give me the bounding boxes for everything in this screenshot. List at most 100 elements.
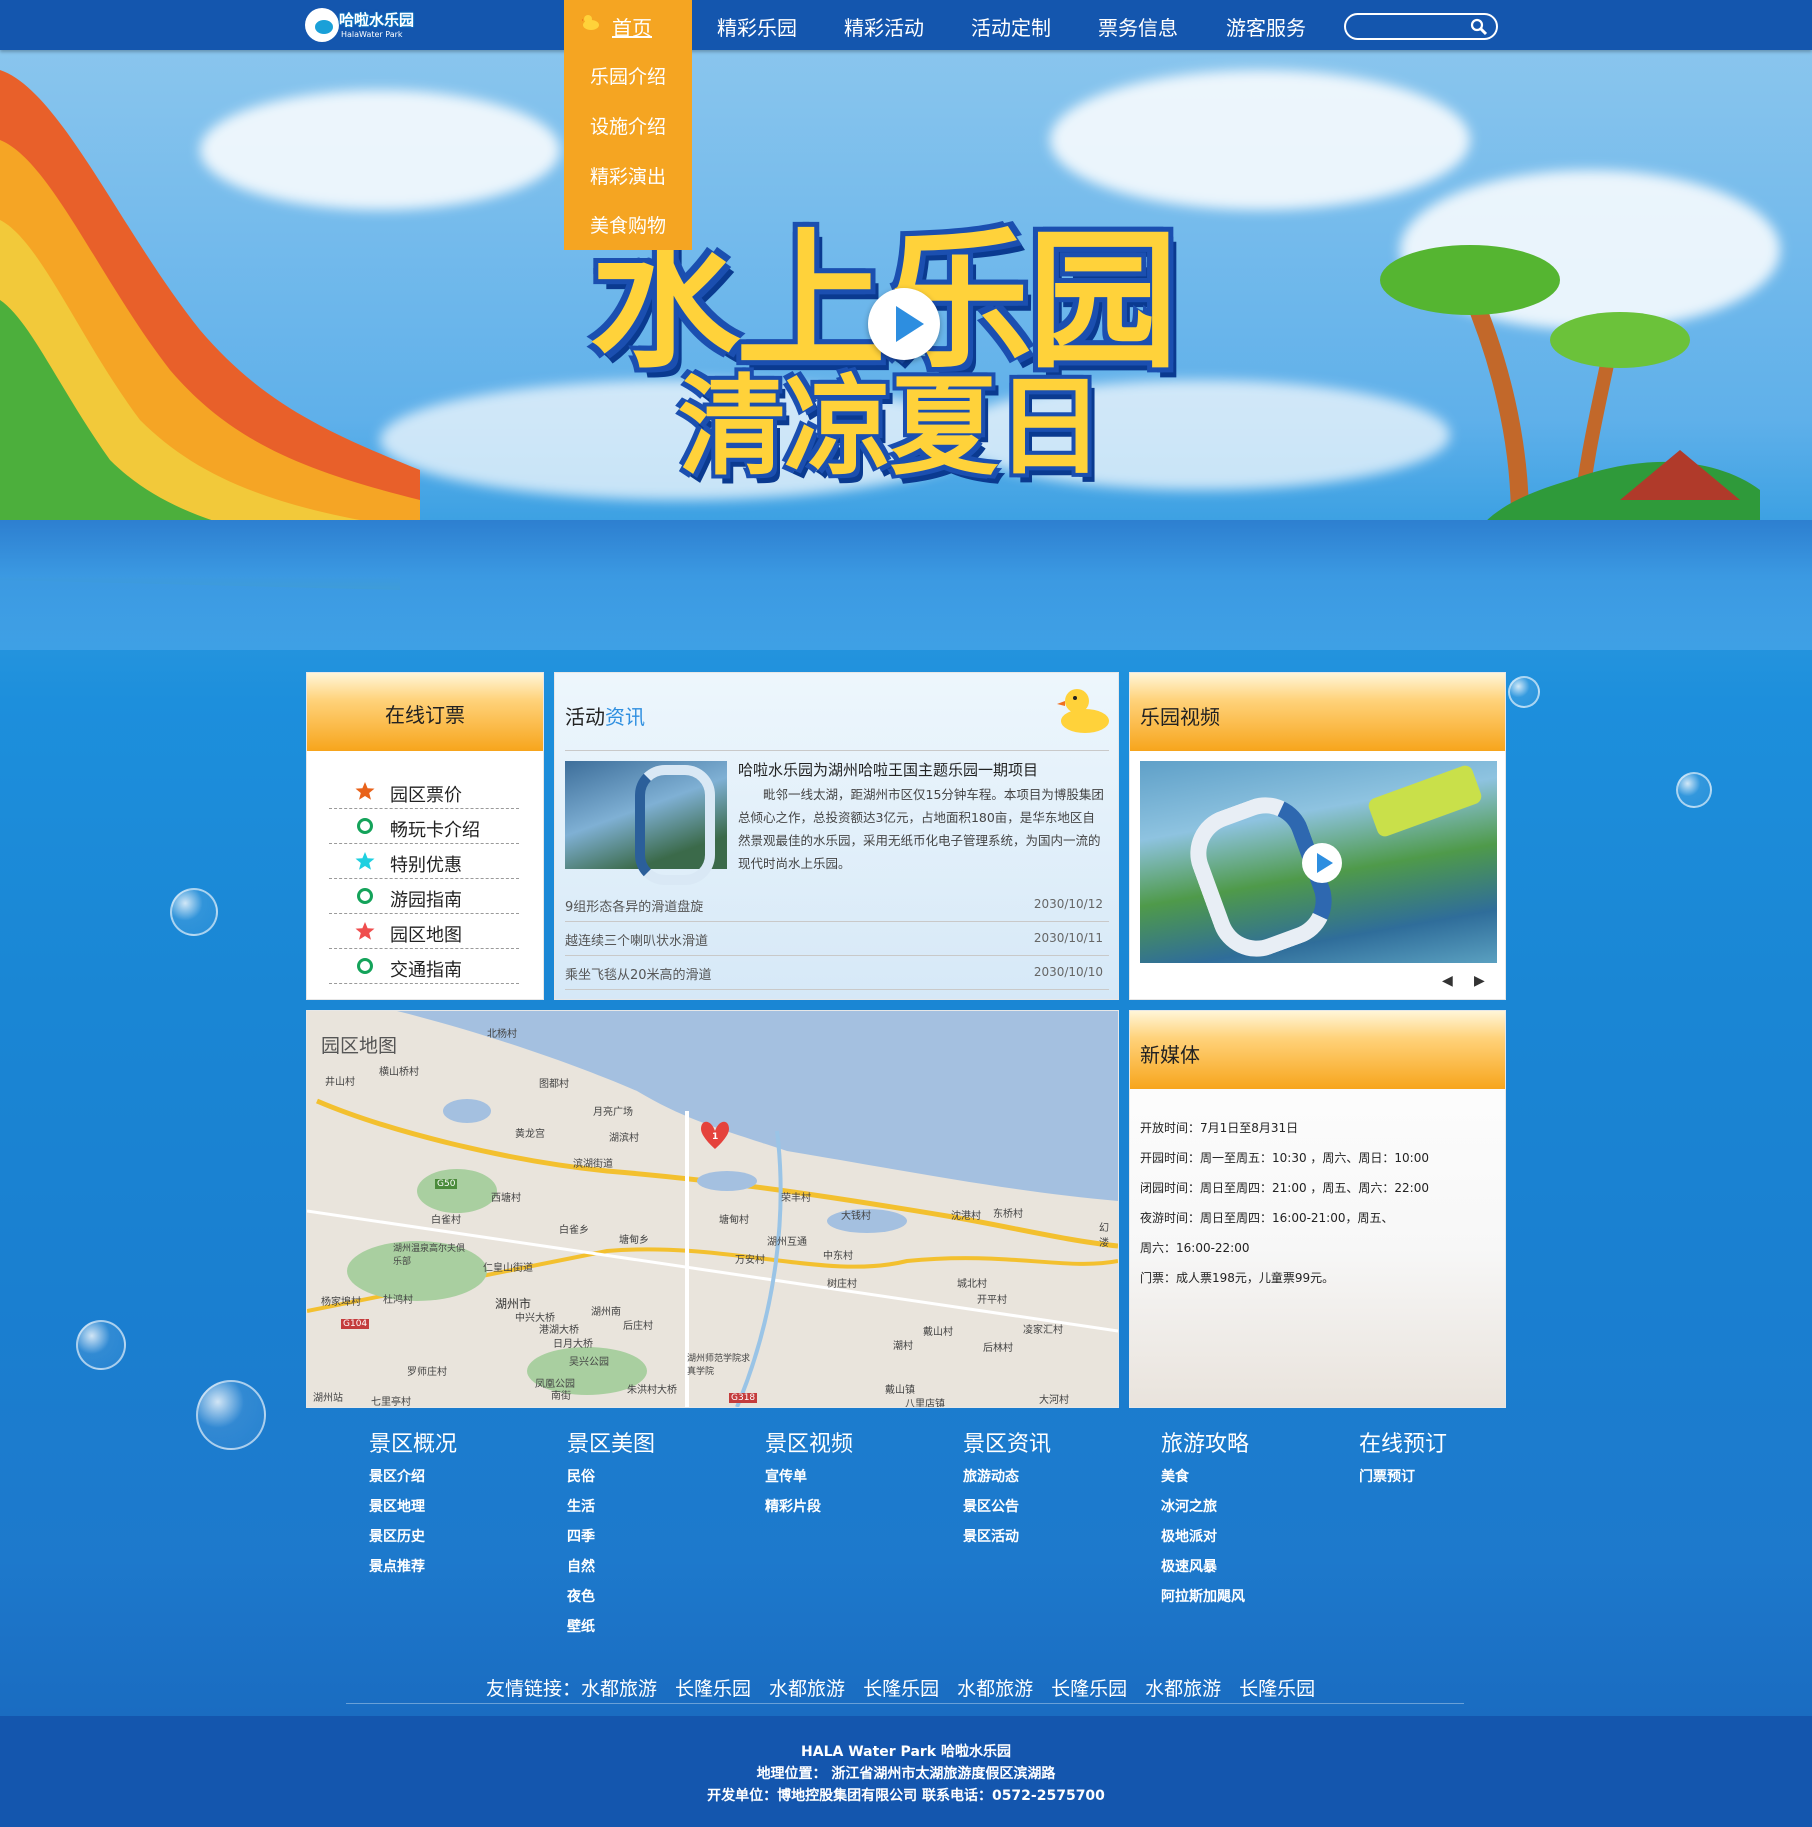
footer-col-title[interactable]: 景区美图 bbox=[567, 1426, 655, 1458]
map-label: 东桥村 bbox=[993, 1209, 1023, 1220]
friend-link[interactable]: 水都旅游 bbox=[957, 1678, 1033, 1700]
footer-col-title[interactable]: 在线预订 bbox=[1359, 1426, 1447, 1458]
map-label: 月亮广场 bbox=[593, 1107, 633, 1118]
booking-item-map[interactable]: 园区地图 bbox=[329, 914, 519, 949]
news-thumbnail[interactable] bbox=[565, 761, 727, 885]
map-label: 大钱村 bbox=[841, 1211, 871, 1222]
news-row[interactable]: 9组形态各异的滑道盘旋 2030/10/12 bbox=[565, 887, 1109, 922]
map-label: 北杨村 bbox=[487, 1029, 517, 1040]
map-label: 朱洪村大桥 bbox=[627, 1385, 677, 1396]
park-map-panel[interactable]: 园区地图 北杨村 横山桥村 井山村 图都村 月亮广场 黄龙宫 湖滨村 滨湖街道 … bbox=[306, 1010, 1119, 1408]
friend-link[interactable]: 长隆乐园 bbox=[1051, 1678, 1127, 1700]
map-label: 罗师庄村 bbox=[407, 1367, 447, 1378]
map-label: 凌家汇村 bbox=[1023, 1325, 1063, 1336]
friend-links-divider bbox=[346, 1703, 1464, 1704]
friend-link[interactable]: 水都旅游 bbox=[581, 1678, 657, 1700]
friend-link[interactable]: 水都旅游 bbox=[1145, 1678, 1221, 1700]
footer-col-title[interactable]: 旅游攻略 bbox=[1161, 1426, 1249, 1458]
nav-custom[interactable]: 活动定制 bbox=[971, 12, 1051, 41]
footer-link[interactable]: 景区公告 bbox=[963, 1496, 1019, 1516]
footer-link[interactable]: 壁纸 bbox=[567, 1616, 595, 1636]
video-next-button[interactable]: ▶ bbox=[1474, 973, 1485, 989]
map-label: 杨家埠村 bbox=[321, 1297, 361, 1308]
footer-link[interactable]: 美食 bbox=[1161, 1466, 1189, 1486]
nav-tickets[interactable]: 票务信息 bbox=[1098, 12, 1178, 41]
map-label: 图都村 bbox=[539, 1079, 569, 1090]
nav-events[interactable]: 精彩活动 bbox=[844, 12, 924, 41]
nav-home[interactable]: 首页 bbox=[564, 0, 692, 50]
booking-item-traffic[interactable]: 交通指南 bbox=[329, 949, 519, 984]
bubble-decoration bbox=[170, 888, 218, 936]
news-row[interactable]: 乘坐飞毯从20米高的滑道 2030/10/10 bbox=[565, 955, 1109, 990]
water-surface bbox=[0, 520, 1812, 650]
footer-link[interactable]: 民俗 bbox=[567, 1466, 595, 1486]
map-marker-number[interactable]: 1 bbox=[712, 1132, 718, 1142]
news-row[interactable]: 越连续三个喇叭状水滑道 2030/10/11 bbox=[565, 921, 1109, 956]
nav-service[interactable]: 游客服务 bbox=[1226, 12, 1306, 41]
info-ticket-price: 门票：成人票198元，儿童票99元。 bbox=[1140, 1271, 1335, 1285]
video-play-icon[interactable] bbox=[1302, 843, 1342, 883]
dropdown-park-intro[interactable]: 乐园介绍 bbox=[590, 62, 666, 89]
page-footer: HALA Water Park 哈啦水乐园 地理位置： 浙江省湖州市太湖旅游度假… bbox=[0, 1716, 1812, 1827]
footer-link[interactable]: 生活 bbox=[567, 1496, 595, 1516]
map-label: 七里亭村 bbox=[371, 1397, 411, 1408]
footer-link[interactable]: 景区地理 bbox=[369, 1496, 425, 1516]
map-label: 湖州师范学院求真学院 bbox=[687, 1354, 751, 1377]
friend-link[interactable]: 长隆乐园 bbox=[863, 1678, 939, 1700]
info-close-time: 闭园时间：周日至周四：21:00 ，周五、周六：22:00 bbox=[1140, 1181, 1429, 1195]
footer-link[interactable]: 极地派对 bbox=[1161, 1526, 1217, 1546]
booking-item-guide[interactable]: 游园指南 bbox=[329, 879, 519, 914]
booking-item-offers[interactable]: 特别优惠 bbox=[329, 844, 519, 879]
map-label: 大河村 bbox=[1039, 1395, 1069, 1406]
footer-link[interactable]: 精彩片段 bbox=[765, 1496, 821, 1516]
footer-link[interactable]: 极速风暴 bbox=[1161, 1556, 1217, 1576]
footer-link[interactable]: 景点推荐 bbox=[369, 1556, 425, 1576]
footer-link[interactable]: 门票预订 bbox=[1359, 1466, 1415, 1486]
news-title-b: 资讯 bbox=[605, 705, 645, 729]
booking-item-label: 园区票价 bbox=[390, 785, 462, 806]
booking-title: 在线订票 bbox=[385, 703, 465, 727]
footer-link[interactable]: 景区历史 bbox=[369, 1526, 425, 1546]
booking-item-card[interactable]: 畅玩卡介绍 bbox=[329, 809, 519, 844]
footer-col-title[interactable]: 景区资讯 bbox=[963, 1426, 1051, 1458]
footer-link[interactable]: 夜色 bbox=[567, 1586, 595, 1606]
hero-play-button[interactable] bbox=[868, 288, 940, 360]
news-row-text: 9组形态各异的滑道盘旋 bbox=[565, 900, 704, 915]
footer-link[interactable]: 旅游动态 bbox=[963, 1466, 1019, 1486]
footer-link[interactable]: 自然 bbox=[567, 1556, 595, 1576]
footer-link[interactable]: 景区介绍 bbox=[369, 1466, 425, 1486]
new-media-header: 新媒体 bbox=[1130, 1011, 1505, 1089]
friend-link[interactable]: 水都旅游 bbox=[769, 1678, 845, 1700]
footer-col-title[interactable]: 景区视频 bbox=[765, 1426, 853, 1458]
ring-icon bbox=[357, 958, 373, 974]
map-label: 后林村 bbox=[983, 1343, 1013, 1354]
booking-item-label: 园区地图 bbox=[390, 925, 462, 946]
dropdown-food-shopping[interactable]: 美食购物 bbox=[590, 211, 666, 238]
video-prev-button[interactable]: ◀ bbox=[1442, 973, 1453, 989]
park-logo[interactable]: 哈啦水乐园 HalaWater Park bbox=[303, 4, 414, 46]
news-headline[interactable]: 哈啦水乐园为湖州哈啦王国主题乐园一期项目 bbox=[738, 759, 1038, 780]
logo-badge-icon bbox=[305, 8, 339, 42]
map-label: 吴兴公园 bbox=[569, 1357, 609, 1368]
search-input[interactable] bbox=[1356, 18, 1470, 38]
booking-panel: 在线订票 园区票价 畅玩卡介绍 特别优惠 游园指南 园区地图 交通指南 bbox=[306, 672, 544, 1000]
video-player[interactable] bbox=[1140, 761, 1497, 970]
footer-link[interactable]: 阿拉斯加飓风 bbox=[1161, 1586, 1245, 1606]
footer-col-title[interactable]: 景区概况 bbox=[369, 1426, 457, 1458]
footer-link[interactable]: 景区活动 bbox=[963, 1526, 1019, 1546]
info-open-dates: 开放时间：7月1日至8月31日 bbox=[1140, 1121, 1299, 1135]
dropdown-shows[interactable]: 精彩演出 bbox=[590, 162, 666, 189]
new-media-panel: 新媒体 开放时间：7月1日至8月31日 开园时间：周一至周五：10:30 ，周六… bbox=[1129, 1010, 1506, 1408]
footer-link[interactable]: 四季 bbox=[567, 1526, 595, 1546]
footer-link[interactable]: 冰河之旅 bbox=[1161, 1496, 1217, 1516]
footer-link[interactable]: 宣传单 bbox=[765, 1466, 807, 1486]
friend-link[interactable]: 长隆乐园 bbox=[675, 1678, 751, 1700]
star-icon bbox=[355, 852, 375, 870]
nav-parks[interactable]: 精彩乐园 bbox=[717, 12, 797, 41]
booking-item-prices[interactable]: 园区票价 bbox=[329, 774, 519, 809]
dropdown-facility-intro[interactable]: 设施介绍 bbox=[590, 112, 666, 139]
friend-link[interactable]: 长隆乐园 bbox=[1239, 1678, 1315, 1700]
map-label: 日月大桥 bbox=[553, 1339, 593, 1350]
booking-item-label: 畅玩卡介绍 bbox=[390, 820, 480, 841]
search-icon[interactable] bbox=[1470, 18, 1488, 36]
